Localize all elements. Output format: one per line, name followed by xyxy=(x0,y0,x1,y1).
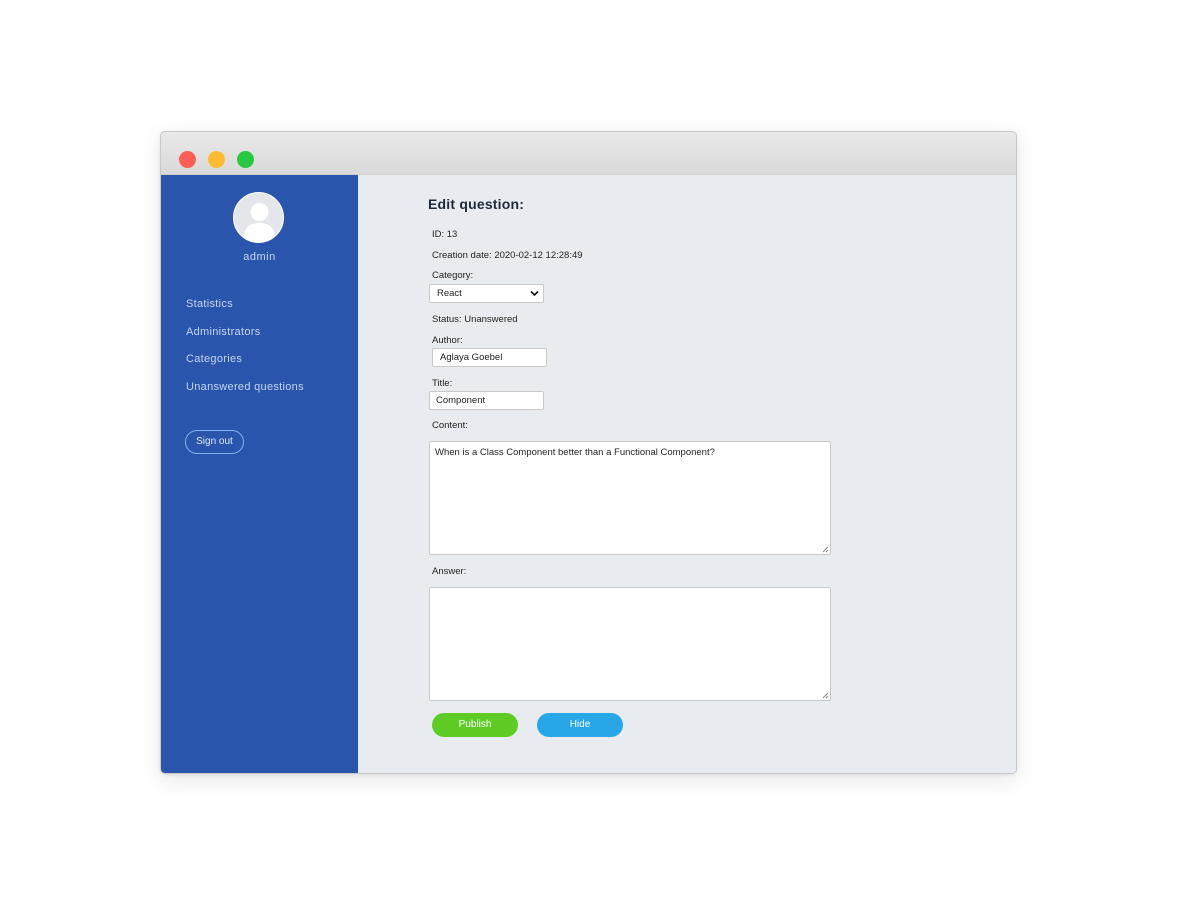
category-select[interactable]: React xyxy=(429,284,544,303)
category-selected-value: React xyxy=(437,288,462,299)
sidebar-item-administrators[interactable]: Administrators xyxy=(186,325,304,353)
content-text: When is a Class Component better than a … xyxy=(435,447,715,458)
hide-button[interactable]: Hide xyxy=(537,713,623,737)
question-id: ID: 13 xyxy=(432,229,458,240)
content-label: Content: xyxy=(432,420,468,431)
content-textarea[interactable]: When is a Class Component better than a … xyxy=(429,441,831,555)
resize-grip-icon[interactable] xyxy=(821,691,829,699)
category-label: Category: xyxy=(432,270,474,281)
sidebar-nav: Statistics Administrators Categories Una… xyxy=(186,297,304,407)
edit-question-panel: Edit question: ID: 13 Creation date: 202… xyxy=(358,175,1016,773)
sidebar-item-categories[interactable]: Categories xyxy=(186,352,304,380)
title-field[interactable]: Component xyxy=(429,391,544,410)
creation-date: Creation date: 2020-02-12 12:28:49 xyxy=(432,250,583,261)
user-name: admin xyxy=(243,251,276,263)
sign-out-button[interactable]: Sign out xyxy=(185,430,244,454)
title-label: Title: xyxy=(432,378,453,389)
maximize-window-button[interactable] xyxy=(237,151,254,168)
sidebar-item-unanswered-questions[interactable]: Unanswered questions xyxy=(186,380,304,408)
publish-button[interactable]: Publish xyxy=(432,713,518,737)
answer-textarea[interactable] xyxy=(429,587,831,701)
chevron-down-icon xyxy=(530,290,539,297)
answer-label: Answer: xyxy=(432,566,467,577)
resize-grip-icon[interactable] xyxy=(821,545,829,553)
window-titlebar xyxy=(161,132,1016,175)
app-window: admin Statistics Administrators Categori… xyxy=(160,131,1017,774)
sidebar: admin Statistics Administrators Categori… xyxy=(161,175,358,773)
minimize-window-button[interactable] xyxy=(208,151,225,168)
sidebar-item-statistics[interactable]: Statistics xyxy=(186,297,304,325)
status-text: Status: Unanswered xyxy=(432,314,518,325)
author-label: Author: xyxy=(432,335,463,346)
page-title: Edit question: xyxy=(428,196,525,212)
close-window-button[interactable] xyxy=(179,151,196,168)
author-field[interactable]: Aglaya Goebel xyxy=(432,348,547,367)
avatar-icon xyxy=(233,192,284,243)
